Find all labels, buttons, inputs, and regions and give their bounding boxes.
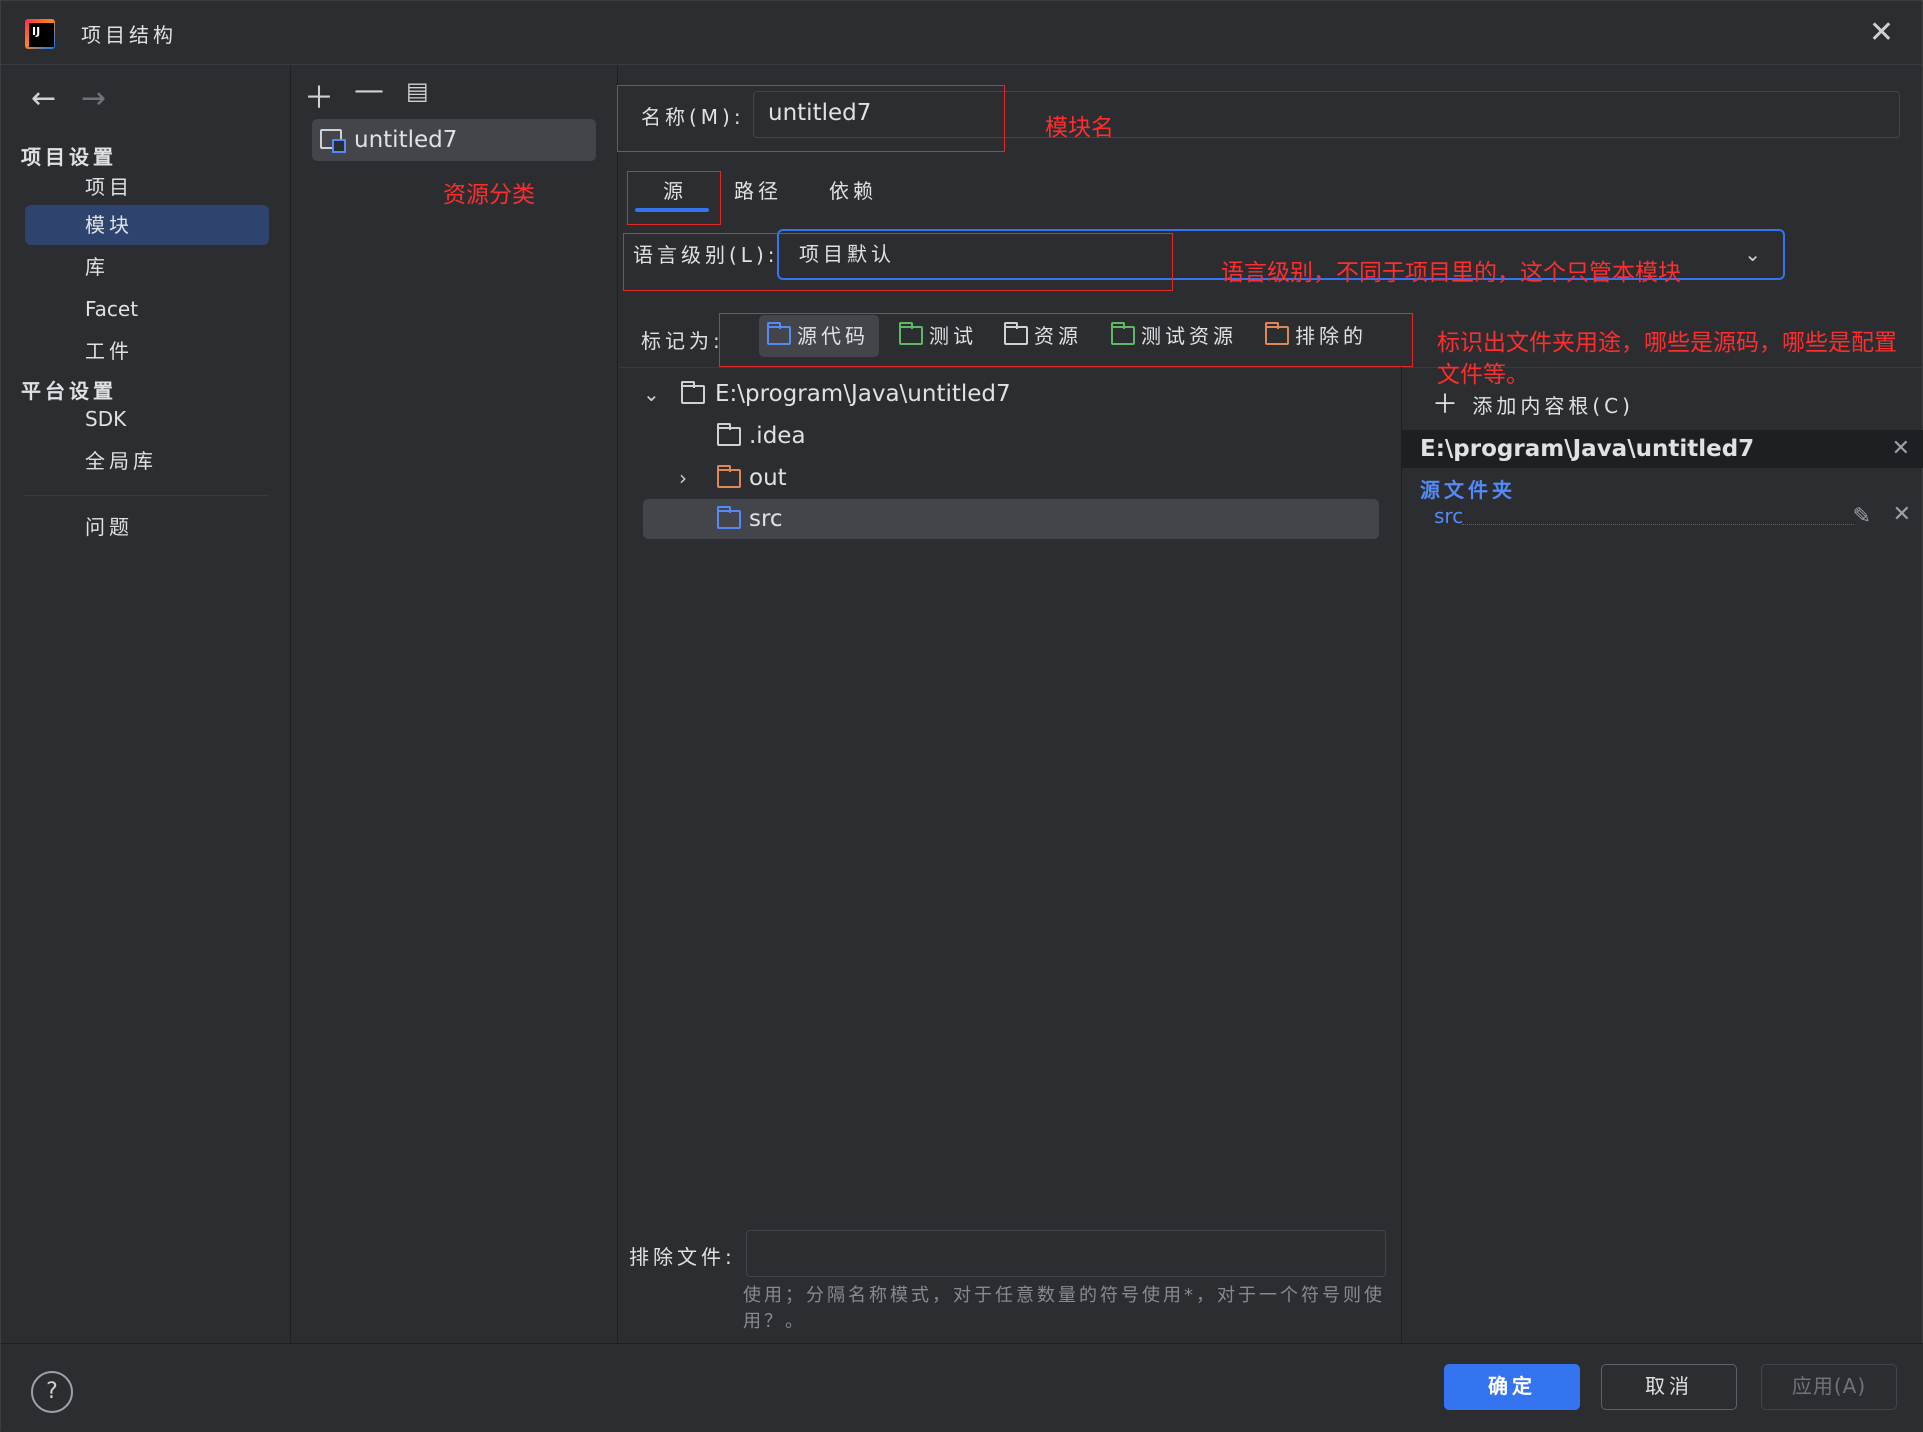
exclude-files-input[interactable] — [746, 1230, 1386, 1277]
chevron-right-icon[interactable]: › — [679, 458, 687, 498]
nav-item-global-libraries[interactable]: 全局库 — [25, 441, 269, 481]
nav-divider — [25, 495, 269, 496]
annotation-resource-category: 资源分类 — [443, 182, 535, 208]
folder-icon — [681, 381, 705, 404]
settings-nav: ← → 项目设置 项目 模块 库 Facet 工件 平台设置 SDK 全局库 问… — [1, 65, 291, 1343]
annotation-language-level: 语言级别，不同于项目里的，这个只管本模块 — [1221, 260, 1681, 286]
module-list-panel: ＋ — ▤ untitled7 — [292, 65, 618, 1343]
close-icon[interactable]: ✕ — [1869, 15, 1894, 50]
tree-row-src[interactable]: src — [643, 499, 1379, 539]
tree-out-label: out — [749, 465, 787, 491]
forward-arrow-icon[interactable]: → — [81, 81, 106, 116]
mark-as-label: 标记为: — [641, 329, 724, 353]
cancel-button[interactable]: 取消 — [1601, 1364, 1737, 1410]
tree-row-root[interactable]: ⌄ E:\program\Java\untitled7 — [619, 374, 1379, 414]
nav-item-facets[interactable]: Facet — [25, 289, 269, 329]
module-item-label: untitled7 — [354, 127, 458, 153]
exclude-files-label: 排除文件: — [629, 1245, 736, 1269]
remove-icon[interactable]: — — [354, 73, 384, 108]
module-item[interactable]: untitled7 — [312, 119, 596, 161]
folder-icon — [717, 423, 741, 446]
nav-group-project-settings: 项目设置 — [21, 145, 117, 169]
back-arrow-icon[interactable]: ← — [31, 81, 56, 116]
content-root-panel: ＋ 添加内容根(C) E:\program\Java\untitled7 ✕ 源… — [1401, 367, 1923, 1343]
tab-dependencies[interactable]: 依赖 — [829, 175, 877, 204]
window-title: 项目结构 — [81, 23, 177, 47]
tree-root-label: E:\program\Java\untitled7 — [715, 381, 1011, 407]
nav-item-problems[interactable]: 问题 — [25, 507, 269, 547]
chevron-down-icon[interactable]: ⌄ — [643, 374, 660, 414]
close-icon[interactable]: ✕ — [1892, 430, 1910, 468]
tree-row-out[interactable]: › out — [619, 458, 1379, 498]
nav-item-sdk[interactable]: SDK — [25, 399, 269, 439]
dotted-leader — [1462, 524, 1854, 525]
nav-item-project[interactable]: 项目 — [25, 167, 269, 207]
tab-paths[interactable]: 路径 — [734, 175, 782, 204]
source-folder-entry: src — [1434, 504, 1464, 528]
exclude-files-hint: 使用；分隔名称模式，对于任意数量的符号使用*，对于一个符号则使用？。 — [743, 1285, 1385, 1332]
add-icon: ＋ — [1432, 390, 1463, 420]
intellij-logo-icon — [25, 19, 55, 49]
add-content-root-label: 添加内容根(C) — [1472, 394, 1634, 418]
content-root-header: E:\program\Java\untitled7 ✕ — [1402, 430, 1923, 468]
nav-item-modules[interactable]: 模块 — [25, 205, 269, 245]
nav-item-libraries[interactable]: 库 — [25, 247, 269, 287]
pencil-icon[interactable]: ✎ — [1853, 504, 1871, 529]
excluded-folder-icon — [717, 465, 741, 488]
chevron-down-icon: ⌄ — [1744, 242, 1765, 266]
annotation-box-mark — [719, 313, 1413, 367]
title-bar: 项目结构 ✕ — [1, 1, 1922, 65]
source-folders-title: 源文件夹 — [1420, 478, 1516, 502]
nav-item-artifacts[interactable]: 工件 — [25, 331, 269, 371]
content-root-path: E:\program\Java\untitled7 — [1420, 436, 1755, 462]
project-structure-dialog: 项目结构 ✕ ← → 项目设置 项目 模块 库 Facet 工件 平台设置 SD… — [0, 0, 1923, 1432]
annotation-box-tab — [627, 171, 721, 225]
module-folder-icon — [320, 129, 346, 153]
tree-src-label: src — [749, 506, 783, 532]
annotation-box-language — [623, 233, 1173, 291]
help-icon[interactable]: ? — [31, 1371, 73, 1413]
apply-button[interactable]: 应用(A) — [1761, 1364, 1897, 1410]
annotation-mark-usage: 标识出文件夹用途，哪些是源码，哪些是配置文件等。 — [1437, 330, 1897, 388]
tree-row-idea[interactable]: .idea — [619, 416, 1379, 456]
content-root-tree: ⌄ E:\program\Java\untitled7 .idea › out … — [619, 367, 1400, 1223]
copy-icon[interactable]: ▤ — [406, 77, 429, 105]
tree-idea-label: .idea — [749, 423, 806, 449]
annotation-module-name: 模块名 — [1045, 115, 1114, 141]
source-folder-icon — [717, 506, 741, 529]
annotation-box-name — [617, 85, 1005, 152]
dialog-button-bar: ? 确定 取消 应用(A) — [1, 1343, 1923, 1432]
ok-button[interactable]: 确定 — [1444, 1364, 1580, 1410]
close-icon[interactable]: ✕ — [1893, 502, 1911, 527]
add-icon[interactable]: ＋ — [304, 73, 334, 117]
